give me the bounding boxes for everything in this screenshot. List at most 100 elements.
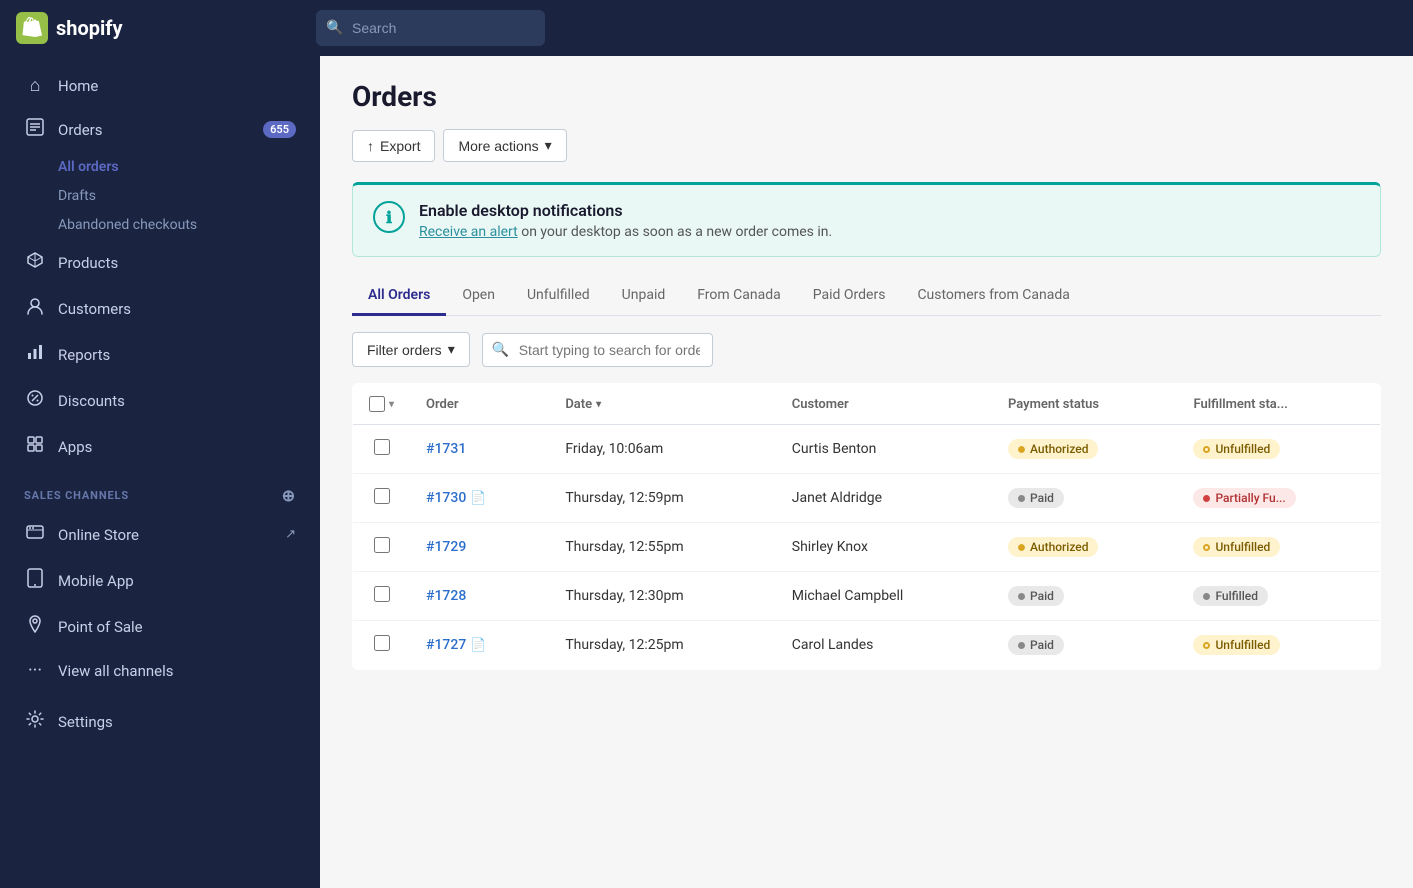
select-all-checkbox[interactable] (369, 396, 385, 412)
tab-open[interactable]: Open (446, 277, 511, 316)
filter-label: Filter orders (367, 342, 442, 358)
row-checkbox-cell (353, 425, 411, 474)
customers-icon (24, 296, 46, 321)
discounts-icon (24, 388, 46, 413)
fulfillment-badge: Unfulfilled (1193, 635, 1280, 655)
tab-all-orders[interactable]: All Orders (352, 277, 446, 316)
payment-badge: Authorized (1008, 439, 1098, 459)
order-number-cell: #1728 (410, 572, 549, 621)
row-checkbox[interactable] (374, 488, 390, 504)
fulfillment-badge: Fulfilled (1193, 586, 1268, 606)
sidebar-label-products: Products (58, 254, 296, 272)
sidebar-subitem-abandoned-checkouts[interactable]: Abandoned checkouts (58, 211, 312, 239)
row-checkbox[interactable] (374, 586, 390, 602)
orders-tabs: All Orders Open Unfulfilled Unpaid From … (352, 277, 1381, 316)
sidebar-label-pos: Point of Sale (58, 618, 296, 636)
sales-channels-label: SALES CHANNELS (24, 489, 129, 502)
row-checkbox[interactable] (374, 537, 390, 553)
order-link[interactable]: #1731 (426, 441, 466, 457)
sidebar-item-point-of-sale[interactable]: Point of Sale (8, 604, 312, 649)
search-orders-input[interactable] (482, 333, 713, 367)
tab-from-canada[interactable]: From Canada (681, 277, 797, 316)
order-date-cell: Thursday, 12:30pm (549, 572, 775, 621)
sidebar-label-orders: Orders (58, 121, 251, 139)
order-number-cell: #1730 📄 (410, 474, 549, 523)
tab-paid-orders[interactable]: Paid Orders (797, 277, 902, 316)
order-link[interactable]: #1728 (426, 588, 466, 604)
th-customer: Customer (776, 384, 992, 425)
tab-unfulfilled[interactable]: Unfulfilled (511, 277, 606, 316)
order-payment-cell: Paid (992, 474, 1177, 523)
sidebar-label-view-all: View all channels (58, 662, 296, 680)
export-label: Export (380, 138, 420, 154)
filter-orders-button[interactable]: Filter orders ▾ (352, 332, 470, 367)
table-row: #1729 Thursday, 12:55pm Shirley Knox Aut… (353, 523, 1381, 572)
sidebar-item-discounts[interactable]: Discounts (8, 378, 312, 423)
export-button[interactable]: ↑ Export (352, 130, 435, 162)
main-layout: ⌂ Home Orders 655 All orders Drafts Aban… (0, 56, 1413, 888)
order-payment-cell: Authorized (992, 523, 1177, 572)
table-row: #1727📄 Thursday, 12:25pm Carol Landes Pa… (353, 621, 1381, 670)
order-payment-cell: Authorized (992, 425, 1177, 474)
add-channel-icon[interactable]: ⊕ (282, 486, 296, 505)
row-checkbox[interactable] (374, 635, 390, 651)
shopify-logo-icon (16, 12, 48, 44)
notification-body-suffix: on your desktop as soon as a new order c… (521, 224, 832, 240)
checkbox-dropdown[interactable]: ▾ (389, 399, 394, 410)
th-date[interactable]: Date ▾ (549, 384, 775, 425)
sidebar-subitem-drafts[interactable]: Drafts (58, 182, 312, 210)
orders-icon (24, 117, 46, 142)
order-fulfillment-cell: Fulfilled (1177, 572, 1380, 621)
sidebar-item-online-store[interactable]: Online Store ↗ (8, 512, 312, 557)
export-icon: ↑ (367, 138, 374, 154)
tab-customers-canada[interactable]: Customers from Canada (901, 277, 1085, 316)
sidebar-item-mobile-app[interactable]: Mobile App (8, 558, 312, 603)
main-content: Orders ↑ Export More actions ▾ ℹ Enable … (320, 56, 1413, 888)
order-link[interactable]: #1727 (426, 637, 466, 653)
more-actions-chevron: ▾ (545, 137, 552, 154)
sidebar-item-orders[interactable]: Orders 655 (8, 107, 312, 152)
order-link[interactable]: #1729 (426, 539, 466, 555)
notification-content: Enable desktop notifications Receive an … (419, 201, 832, 240)
order-link[interactable]: #1730 (426, 490, 466, 506)
sidebar-item-home[interactable]: ⌂ Home (8, 65, 312, 106)
order-date-cell: Thursday, 12:55pm (549, 523, 775, 572)
sidebar-item-products[interactable]: Products (8, 240, 312, 285)
orders-table: ▾ Order Date ▾ Customer Payment status F… (352, 383, 1381, 670)
payment-badge: Paid (1008, 635, 1064, 655)
external-link-icon[interactable]: ↗ (285, 527, 296, 542)
sidebar-item-customers[interactable]: Customers (8, 286, 312, 331)
notification-link[interactable]: Receive an alert (419, 224, 518, 240)
mobile-app-icon (24, 568, 46, 593)
search-orders-icon: 🔍 (492, 342, 509, 358)
order-customer-cell: Michael Campbell (776, 572, 992, 621)
sidebar-item-apps[interactable]: Apps (8, 424, 312, 469)
date-sort[interactable]: Date ▾ (565, 397, 601, 412)
th-payment-status: Payment status (992, 384, 1177, 425)
sidebar-item-reports[interactable]: Reports (8, 332, 312, 377)
sidebar-item-settings[interactable]: Settings (8, 699, 312, 744)
order-customer-cell: Curtis Benton (776, 425, 992, 474)
sidebar-label-apps: Apps (58, 438, 296, 456)
table-row: #1730📄 Thursday, 12:59pm Janet Aldridge … (353, 474, 1381, 523)
row-checkbox-cell (353, 474, 411, 523)
row-checkbox-cell (353, 572, 411, 621)
order-number-cell: #1729 (410, 523, 549, 572)
more-actions-label: More actions (458, 138, 538, 154)
top-header: shopify 🔍 (0, 0, 1413, 56)
table-row: #1731 Friday, 10:06am Curtis Benton Auth… (353, 425, 1381, 474)
order-number-cell: #1731 (410, 425, 549, 474)
th-checkbox: ▾ (353, 384, 411, 425)
global-search-input[interactable] (316, 10, 545, 46)
orders-sub-items: All orders Drafts Abandoned checkouts (0, 153, 320, 239)
action-bar: ↑ Export More actions ▾ (352, 129, 1381, 162)
more-actions-button[interactable]: More actions ▾ (443, 129, 566, 162)
sidebar-item-view-all-channels[interactable]: ··· View all channels (8, 650, 312, 691)
page-title: Orders (352, 80, 1381, 113)
th-order: Order (410, 384, 549, 425)
tab-unpaid[interactable]: Unpaid (606, 277, 682, 316)
doc-icon: 📄 (470, 491, 486, 506)
ellipsis-icon: ··· (24, 660, 46, 681)
row-checkbox[interactable] (374, 439, 390, 455)
sidebar-subitem-all-orders[interactable]: All orders (58, 153, 312, 181)
